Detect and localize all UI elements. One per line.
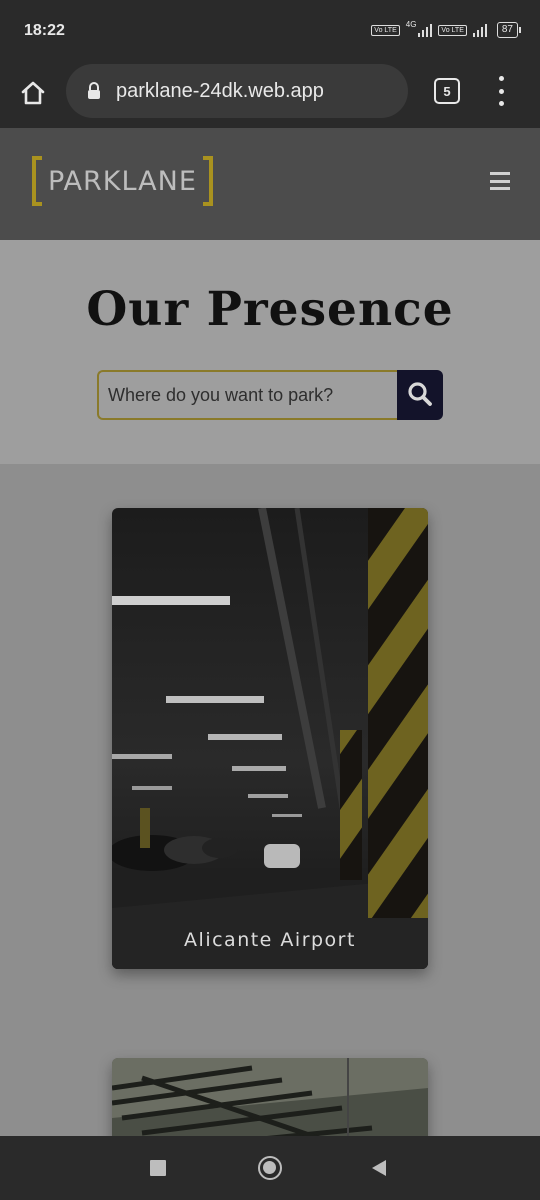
status-icons: Vo LTE 4G Vo LTE 87 bbox=[371, 19, 522, 38]
parking-garage-image bbox=[112, 1058, 428, 1136]
hamburger-icon[interactable] bbox=[490, 172, 510, 190]
locations-list: Alicante Airport bbox=[0, 464, 540, 1136]
battery-icon: 87 bbox=[496, 22, 522, 38]
volte-icon-2: Vo LTE bbox=[438, 24, 467, 36]
home-circle-icon[interactable] bbox=[258, 1156, 282, 1180]
recent-apps-icon[interactable] bbox=[150, 1160, 166, 1176]
location-name: Alicante Airport bbox=[184, 929, 356, 951]
site-header: PARKLANE bbox=[0, 128, 540, 240]
network-type: 4G bbox=[405, 19, 417, 29]
logo-bracket-left bbox=[32, 156, 42, 206]
location-card[interactable]: Alicante Airport bbox=[112, 508, 428, 969]
hero-section: Our Presence bbox=[0, 240, 540, 464]
search-icon bbox=[407, 381, 433, 410]
back-icon[interactable] bbox=[370, 1158, 390, 1182]
parking-garage-image bbox=[112, 508, 428, 969]
logo-bracket-right bbox=[202, 156, 213, 206]
status-time: 18:22 bbox=[24, 22, 65, 39]
more-vert-icon[interactable] bbox=[494, 76, 508, 106]
home-icon[interactable] bbox=[16, 76, 50, 110]
status-bar: 18:22 Vo LTE 4G Vo LTE 87 bbox=[0, 0, 540, 64]
search-form bbox=[97, 370, 443, 420]
system-nav-bar bbox=[0, 1136, 540, 1200]
browser-toolbar: parklane-24dk.web.app 5 bbox=[0, 64, 540, 128]
volte-icon: Vo LTE bbox=[371, 24, 400, 36]
search-input[interactable] bbox=[97, 370, 397, 420]
signal-icon bbox=[418, 23, 433, 37]
address-bar[interactable]: parklane-24dk.web.app bbox=[66, 64, 408, 118]
search-button[interactable] bbox=[397, 370, 443, 420]
tabs-icon[interactable]: 5 bbox=[434, 78, 460, 104]
location-card[interactable] bbox=[112, 1058, 428, 1136]
lock-icon bbox=[86, 82, 102, 100]
page-title: Our Presence bbox=[86, 282, 454, 337]
signal-icon-2 bbox=[472, 23, 487, 37]
logo[interactable]: PARKLANE bbox=[32, 156, 213, 206]
logo-text: PARKLANE bbox=[48, 165, 197, 197]
url-text: parklane-24dk.web.app bbox=[116, 79, 324, 102]
